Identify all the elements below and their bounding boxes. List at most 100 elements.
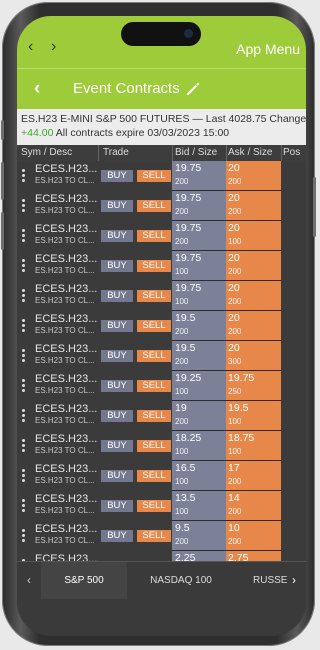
kebab-menu-icon[interactable] — [22, 439, 26, 452]
tab-russell[interactable]: RUSSE — [235, 562, 293, 600]
back-chevron-icon[interactable]: ‹ — [34, 78, 40, 100]
table-row[interactable]: ECES.H23... ES.H23 TO CL... BUY SELL 19.5 200… — [17, 341, 306, 371]
bid-price[interactable]: 19.75 — [175, 222, 201, 234]
kebab-menu-icon[interactable] — [22, 349, 26, 362]
bid-price[interactable]: 19.25 — [175, 372, 201, 384]
kebab-menu-icon[interactable] — [22, 319, 26, 332]
ask-price[interactable]: 20 — [228, 192, 240, 204]
bid-price[interactable]: 19.5 — [175, 342, 195, 354]
table-row[interactable]: ECES.H23... ES.H23 TO CL... BUY SELL 19.75 20… — [17, 161, 306, 191]
bid-price[interactable]: 18.25 — [175, 432, 201, 444]
bid-price[interactable]: 13.5 — [175, 492, 195, 504]
ask-price[interactable]: 19.5 — [228, 402, 248, 414]
table-row[interactable]: ECES.H23... ES.H23 TO CL... BUY SELL 19.75 20… — [17, 191, 306, 221]
col-pos[interactable]: Pos — [283, 147, 300, 158]
ask-price[interactable]: 17 — [228, 462, 240, 474]
buy-button[interactable]: BUY — [101, 500, 133, 512]
ask-price[interactable]: 18.75 — [228, 432, 254, 444]
ask-price[interactable]: 20 — [228, 162, 240, 174]
bid-price[interactable]: 16.5 — [175, 462, 195, 474]
chevron-right-icon[interactable]: › — [51, 38, 56, 56]
bid-price[interactable]: 19.75 — [175, 162, 201, 174]
buy-button[interactable]: BUY — [101, 290, 133, 302]
sell-button[interactable]: SELL — [137, 200, 171, 212]
bid-price[interactable]: 19.75 — [175, 252, 201, 264]
bid-price[interactable]: 19 — [175, 402, 187, 414]
buy-button[interactable]: BUY — [101, 470, 133, 482]
sell-button[interactable]: SELL — [137, 470, 171, 482]
buy-button[interactable]: BUY — [101, 320, 133, 332]
kebab-menu-icon[interactable] — [22, 289, 26, 302]
table-row[interactable]: ECES.H23... ES.H23 TO CL... BUY SELL 16.5 100… — [17, 461, 306, 491]
chevron-right-icon[interactable]: › — [292, 573, 296, 587]
kebab-menu-icon[interactable] — [22, 199, 26, 212]
buy-button[interactable]: BUY — [101, 530, 133, 542]
table-row[interactable]: ECES.H23... ES.H23 TO CL... BUY SELL 19 200 19… — [17, 401, 306, 431]
kebab-menu-icon[interactable] — [22, 259, 26, 272]
bid-price[interactable]: 19.5 — [175, 312, 195, 324]
table-row[interactable]: ECES.H23... ES.H23 TO CL... BUY SELL 19.75 10… — [17, 251, 306, 281]
sell-button[interactable]: SELL — [137, 230, 171, 242]
table-row[interactable]: ECES.H23... ES.H23 TO CL... BUY SELL 19.75 20… — [17, 221, 306, 251]
table-row[interactable]: ECES.H23... ES.H23 TO CL... BUY SELL 9.5 200 1… — [17, 521, 306, 551]
sell-button[interactable]: SELL — [137, 350, 171, 362]
buy-button[interactable]: BUY — [101, 170, 133, 182]
table-row[interactable]: ECES.H23... 2.25 2.75 — [17, 551, 306, 561]
buy-button[interactable]: BUY — [101, 440, 133, 452]
sell-button[interactable]: SELL — [137, 410, 171, 422]
chevron-left-icon[interactable]: ‹ — [27, 573, 31, 587]
position-cell — [281, 281, 306, 311]
ask-price[interactable]: 2.75 — [228, 552, 248, 561]
kebab-menu-icon[interactable] — [22, 469, 26, 482]
ask-price[interactable]: 20 — [228, 222, 240, 234]
kebab-menu-icon[interactable] — [22, 529, 26, 542]
futures-info: ES.H23 E-MINI S&P 500 FUTURES — Last 402… — [17, 109, 306, 145]
kebab-menu-icon[interactable] — [22, 409, 26, 422]
ask-price[interactable]: 14 — [228, 492, 240, 504]
ask-price[interactable]: 20 — [228, 282, 240, 294]
kebab-menu-icon[interactable] — [22, 499, 26, 512]
ask-price[interactable]: 20 — [228, 252, 240, 264]
sell-button[interactable]: SELL — [137, 290, 171, 302]
bid-price[interactable]: 9.5 — [175, 522, 190, 534]
phone-frame: ‹ › App Menu ‹ Event Contracts ES.H23 E-… — [1, 2, 316, 646]
table-row[interactable]: ECES.H23... ES.H23 TO CL... BUY SELL 18.25 10… — [17, 431, 306, 461]
buy-button[interactable]: BUY — [101, 410, 133, 422]
col-sym[interactable]: Sym / Desc — [21, 147, 72, 158]
chevron-left-icon[interactable]: ‹ — [28, 38, 33, 56]
bid-price[interactable]: 19.75 — [175, 192, 201, 204]
ask-price[interactable]: 20 — [228, 342, 240, 354]
buy-button[interactable]: BUY — [101, 350, 133, 362]
buy-button[interactable]: BUY — [101, 230, 133, 242]
sell-button[interactable]: SELL — [137, 320, 171, 332]
buy-button[interactable]: BUY — [101, 260, 133, 272]
table-row[interactable]: ECES.H23... ES.H23 TO CL... BUY SELL 19.25 10… — [17, 371, 306, 401]
col-trade[interactable]: Trade — [103, 147, 129, 158]
sell-button[interactable]: SELL — [137, 170, 171, 182]
ask-price[interactable]: 19.75 — [228, 372, 254, 384]
sell-button[interactable]: SELL — [137, 260, 171, 272]
kebab-menu-icon[interactable] — [22, 229, 26, 242]
sell-button[interactable]: SELL — [137, 440, 171, 452]
sell-button[interactable]: SELL — [137, 530, 171, 542]
tab-nasdaq100[interactable]: NASDAQ 100 — [127, 562, 235, 600]
col-ask[interactable]: Ask / Size — [228, 147, 272, 158]
table-row[interactable]: ECES.H23... ES.H23 TO CL... BUY SELL 19.75 10… — [17, 281, 306, 311]
table-row[interactable]: ECES.H23... ES.H23 TO CL... BUY SELL 19.5 200… — [17, 311, 306, 341]
kebab-menu-icon[interactable] — [22, 379, 26, 392]
bid-price[interactable]: 2.25 — [175, 552, 195, 561]
ask-price[interactable]: 20 — [228, 312, 240, 324]
tab-sp500[interactable]: S&P 500 — [41, 562, 127, 600]
buy-button[interactable]: BUY — [101, 200, 133, 212]
col-bid[interactable]: Bid / Size — [175, 147, 217, 158]
app-menu-button[interactable]: App Menu — [236, 41, 300, 57]
pencil-icon[interactable] — [185, 81, 201, 97]
description: ES.H23 TO CL... — [35, 236, 95, 245]
bid-price[interactable]: 19.75 — [175, 282, 201, 294]
buy-button[interactable]: BUY — [101, 380, 133, 392]
sell-button[interactable]: SELL — [137, 500, 171, 512]
sell-button[interactable]: SELL — [137, 380, 171, 392]
table-row[interactable]: ECES.H23... ES.H23 TO CL... BUY SELL 13.5 100… — [17, 491, 306, 521]
kebab-menu-icon[interactable] — [22, 169, 26, 182]
ask-price[interactable]: 10 — [228, 522, 240, 534]
